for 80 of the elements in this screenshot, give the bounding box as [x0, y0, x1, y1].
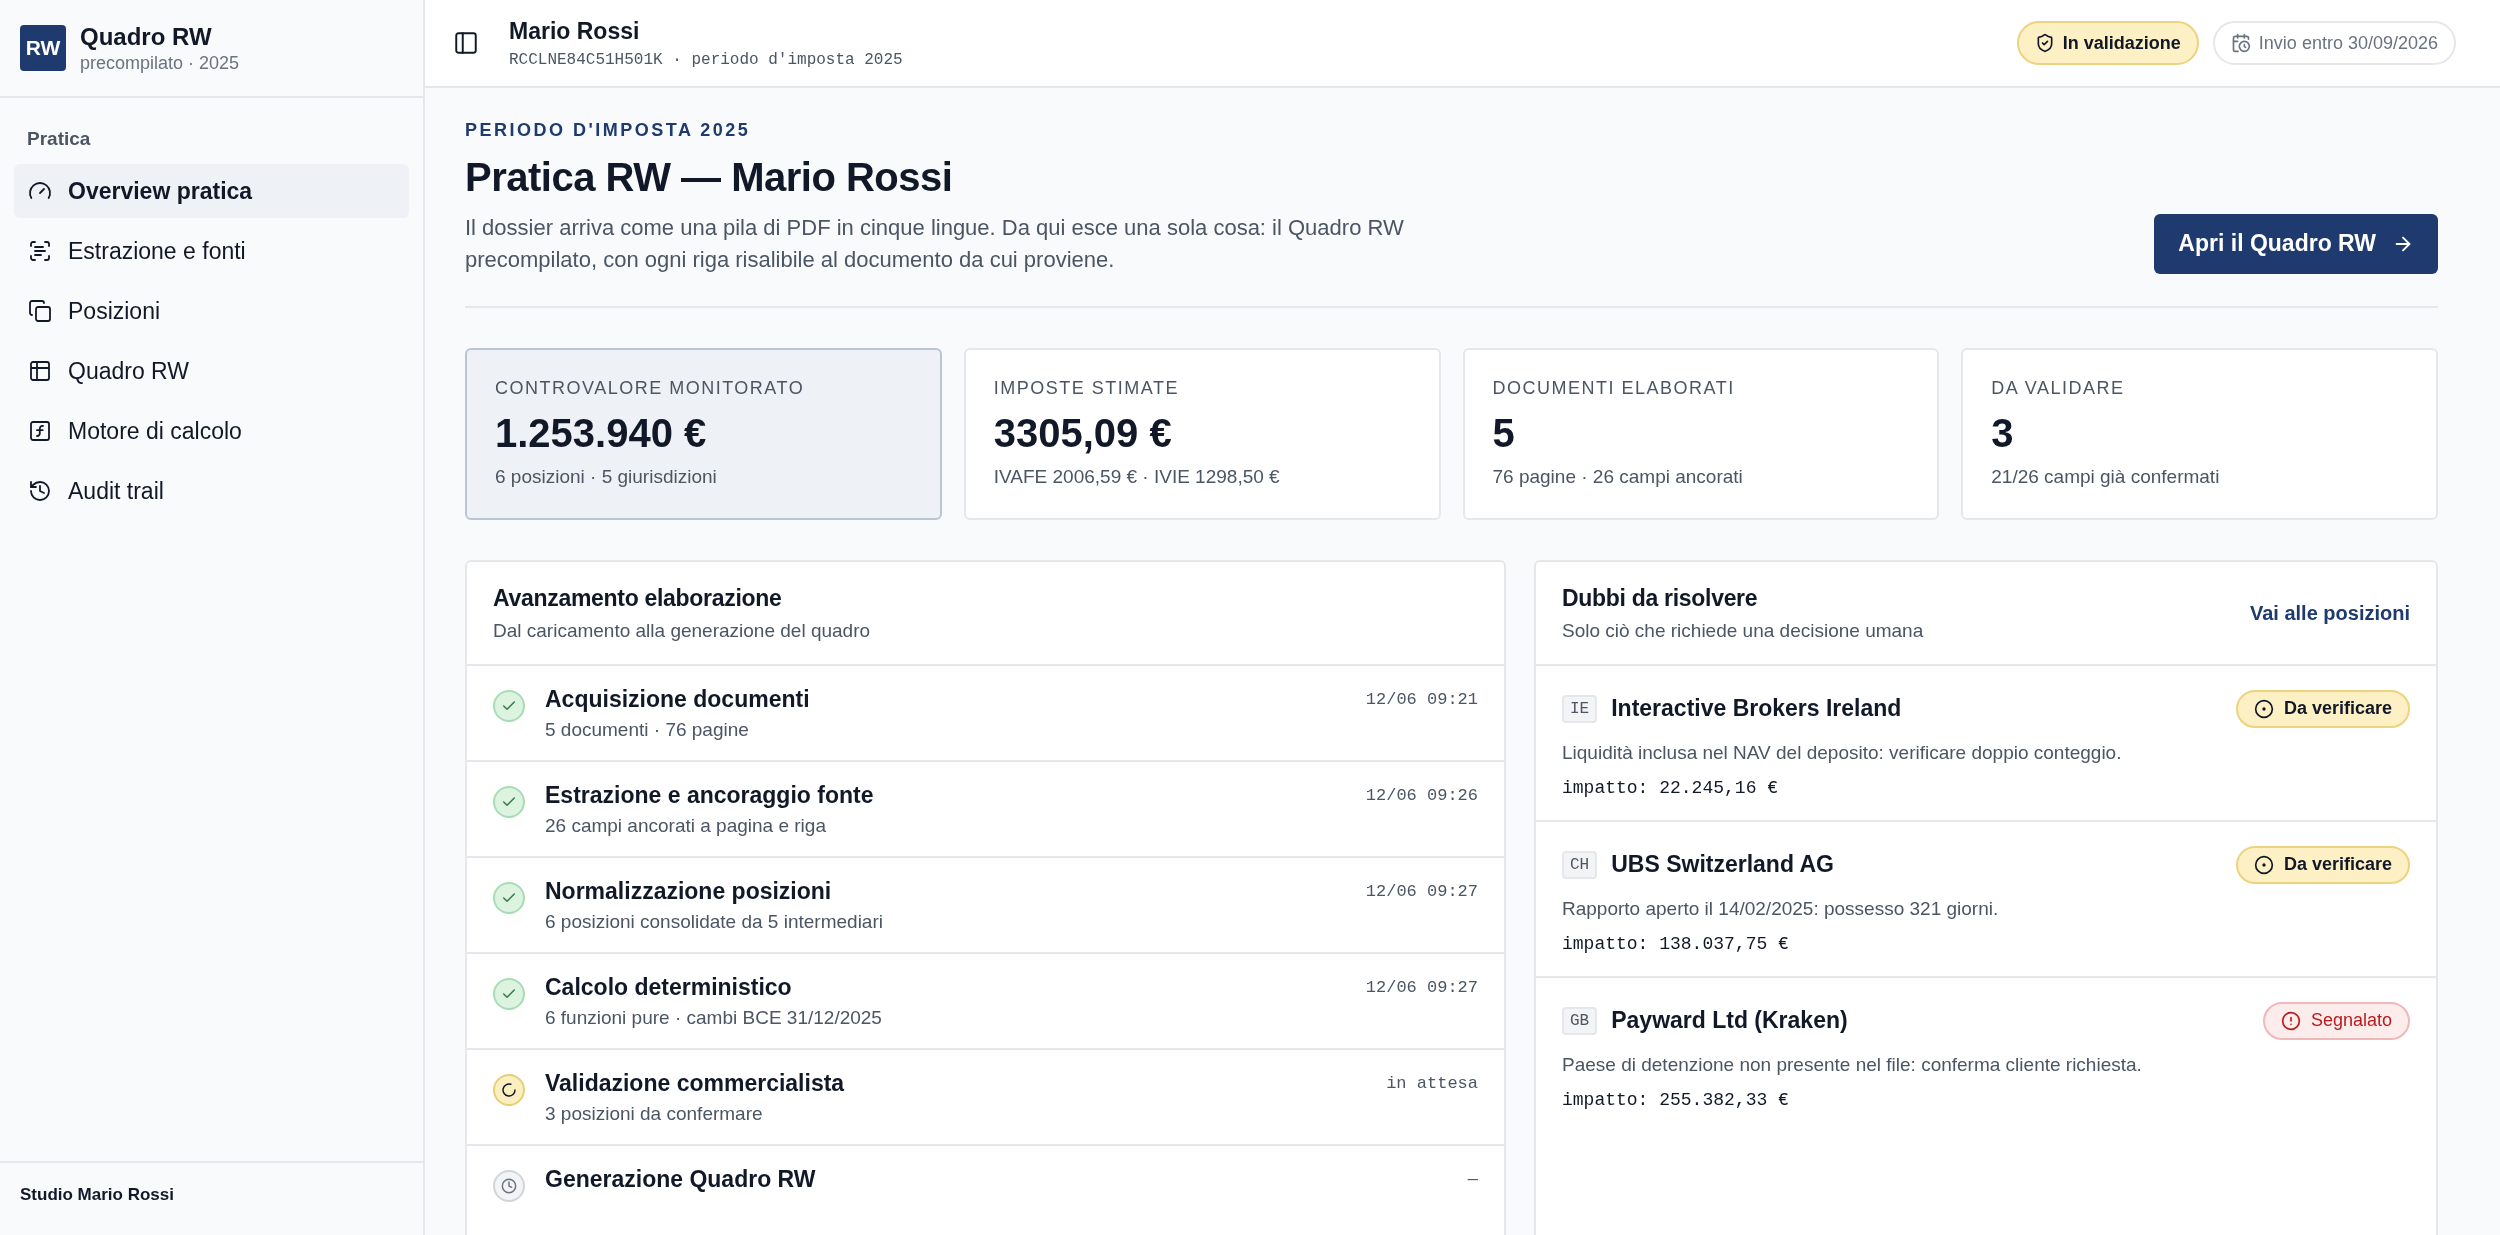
- step-time: in attesa: [1386, 1073, 1478, 1093]
- step-title: Validazione commercialista: [545, 1069, 846, 1097]
- country-code: GB: [1562, 1006, 1598, 1035]
- stat-value: 5: [1492, 410, 1516, 456]
- step-time: 12/06 09:27: [1365, 977, 1478, 997]
- intermediary-name: UBS Switzerland AG: [1611, 851, 1834, 879]
- stat-label: DOCUMENTI ELABORATI: [1492, 377, 1736, 399]
- step-title: Calcolo deterministico: [545, 973, 793, 1001]
- spinner-icon: [501, 1081, 517, 1098]
- alert-icon: [2280, 1010, 2301, 1031]
- stat-detail: 6 posizioni · 5 giurisdizioni: [495, 465, 718, 488]
- positions-link[interactable]: Vai alle posizioni: [2249, 602, 2410, 626]
- deadline-badge: Invio entro 30/09/2026: [2212, 21, 2456, 65]
- stat-value: 3: [1991, 410, 2015, 456]
- step-detail: 3 posizioni da confermare: [545, 1102, 764, 1125]
- step-title: Generazione Quadro RW: [545, 1165, 817, 1193]
- doubt-note: Rapporto aperto il 14/02/2025: possesso 321 giorni.: [1562, 897, 2000, 920]
- studio-name: Studio Mario Rossi: [20, 1185, 174, 1204]
- client-meta: RCCLNE84C51H501K · periodo d'imposta 2025: [509, 50, 903, 69]
- sidebar-item[interactable]: Motore di calcolo: [14, 404, 409, 458]
- clock-icon: [501, 1177, 517, 1194]
- impact-amount: impatto: 138.037,75 €: [1562, 933, 1790, 954]
- history-icon: [28, 479, 52, 503]
- stat-label: CONTROVALORE MONITORATO: [495, 377, 806, 399]
- page-title: Pratica RW — Mario Rossi: [465, 155, 954, 200]
- stat-detail: 21/26 campi già confermati: [1991, 465, 2221, 488]
- open-quadro-button[interactable]: Apri il Quadro RW: [2154, 213, 2438, 274]
- intermediary-name: Payward Ltd (Kraken): [1611, 1007, 1848, 1035]
- stat-value: 3305,09 €: [993, 410, 1173, 456]
- status-badge: Da verificare: [2235, 689, 2410, 728]
- stat-label: DA VALIDARE: [1991, 377, 2126, 399]
- step-detail: 5 documenti · 76 pagine: [545, 718, 750, 741]
- step-time: —: [1467, 1169, 1478, 1189]
- stat-value: 1.253.940 €: [495, 410, 708, 456]
- app-logo: RW: [20, 25, 66, 71]
- card-subtitle: Solo ciò che richiede una decisione umana: [1562, 620, 1924, 643]
- country-code: CH: [1562, 850, 1598, 879]
- calendar-clock-icon: [2230, 33, 2251, 53]
- status-badge: Segnalato: [2262, 1001, 2410, 1040]
- doubt-note: Liquidità inclusa nel NAV del deposito: verificare doppio conteggio.: [1562, 741, 2123, 764]
- sidebar-item[interactable]: Estrazione e fonti: [14, 224, 409, 278]
- stat-label: IMPOSTE STIMATE: [993, 377, 1180, 399]
- step-detail: 26 campi ancorati a pagina e riga: [545, 814, 827, 837]
- step-detail: 6 posizioni consolidate da 5 intermediari: [545, 910, 884, 933]
- circle-dot-icon: [2253, 698, 2274, 719]
- circle-dot-icon: [2253, 854, 2274, 875]
- intermediary-name: Interactive Brokers Ireland: [1611, 695, 1902, 723]
- section-label: Pratica: [26, 127, 92, 151]
- doubt-note: Paese di detenzione non presente nel file: conferma cliente richiesta.: [1562, 1053, 2143, 1076]
- sidebar-item[interactable]: Posizioni: [14, 284, 409, 338]
- scan-text-icon: [28, 239, 52, 263]
- sidebar-item[interactable]: Quadro RW: [14, 344, 409, 398]
- step-detail: 6 funzioni pure · cambi BCE 31/12/2025: [545, 1006, 883, 1029]
- step-title: Estrazione e ancoraggio fonte: [545, 781, 875, 809]
- status-badge: In validazione: [2016, 21, 2199, 65]
- table-icon: [28, 359, 52, 383]
- impact-amount: impatto: 22.245,16 €: [1562, 777, 1780, 798]
- step-title: Normalizzazione posizioni: [545, 877, 833, 905]
- app-title: Quadro RW: [80, 22, 213, 51]
- client-name: Mario Rossi: [509, 17, 641, 45]
- step-time: 12/06 09:27: [1365, 881, 1478, 901]
- step-title: Acquisizione documenti: [545, 685, 811, 713]
- card-subtitle: Dal caricamento alla generazione del quadro: [493, 620, 871, 643]
- stat-detail: 76 pagine · 26 campi ancorati: [1492, 465, 1744, 488]
- page-description: Il dossier arriva come una pila di PDF in cinque lingue. Da qui esce una sola cosa: il Quadro RW precompilato, con ogni riga risalibile al documento da cui proviene.: [465, 214, 1405, 274]
- stat-detail: IVAFE 2006,59 € · IVIE 1298,50 €: [993, 465, 1281, 488]
- country-code: IE: [1562, 694, 1598, 723]
- copy-icon: [28, 299, 52, 323]
- step-time: 12/06 09:21: [1365, 689, 1478, 709]
- impact-amount: impatto: 255.382,33 €: [1562, 1089, 1790, 1110]
- step-time: 12/06 09:26: [1365, 785, 1478, 805]
- card-title: Avanzamento elaborazione: [493, 585, 783, 613]
- function-icon: [28, 419, 52, 443]
- sidebar-item[interactable]: Overview pratica: [14, 164, 409, 218]
- sidebar-toggle-icon[interactable]: [453, 30, 479, 56]
- status-badge: Da verificare: [2235, 845, 2410, 884]
- sidebar-item[interactable]: Audit trail: [14, 464, 409, 518]
- card-title: Dubbi da risolvere: [1562, 585, 1759, 613]
- eyebrow-label: PERIODO D'IMPOSTA 2025: [465, 120, 752, 141]
- app-subtitle: precompilato · 2025: [80, 52, 240, 74]
